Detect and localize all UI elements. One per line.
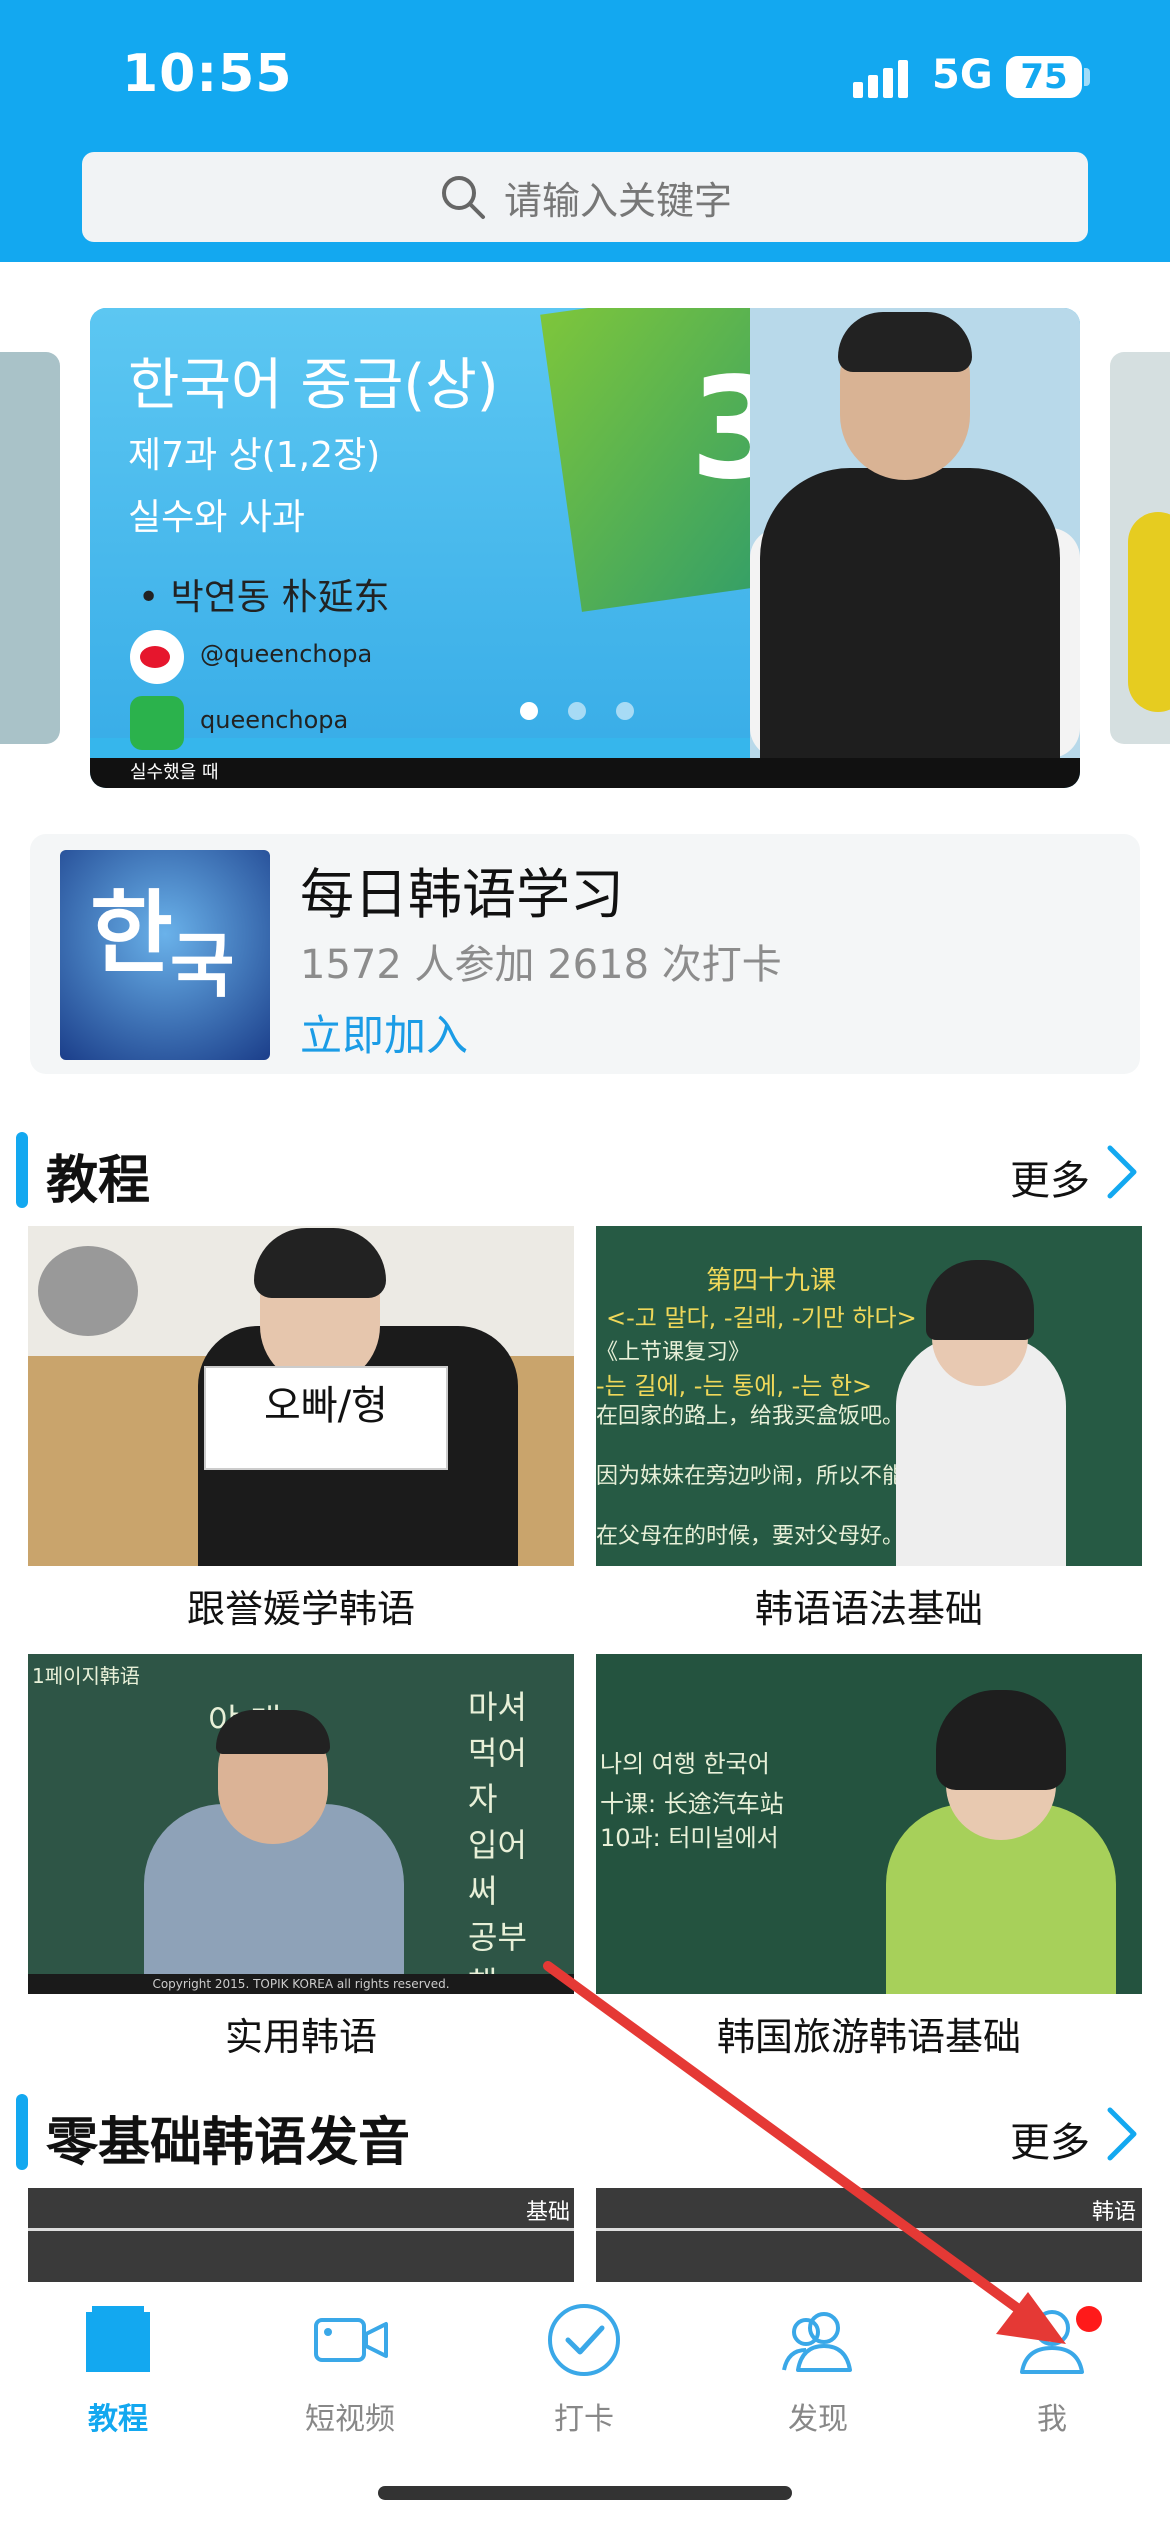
annotation-arrow — [543, 1961, 1066, 2344]
